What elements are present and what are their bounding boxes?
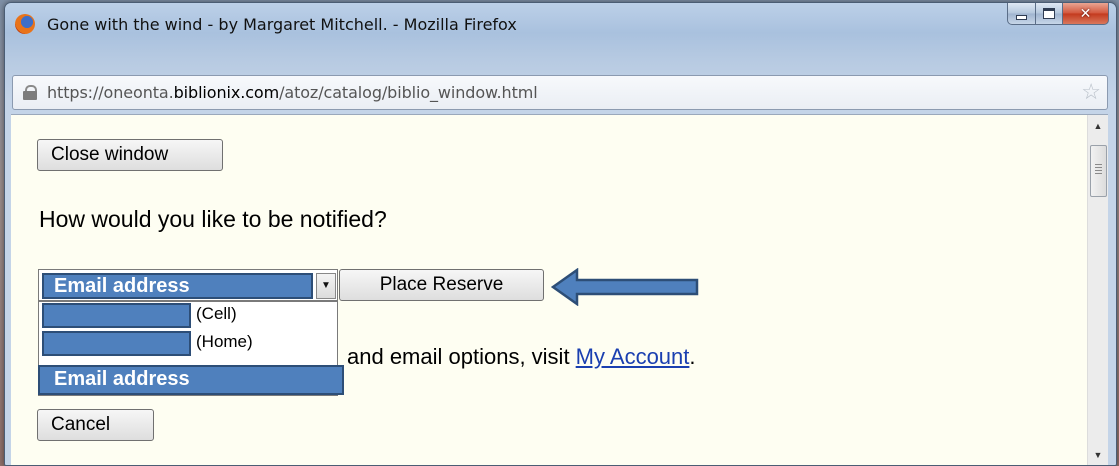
- annotation-arrow-icon: [551, 268, 699, 306]
- account-suffix: .: [689, 344, 696, 369]
- redaction-box: [42, 331, 191, 356]
- bookmark-star-icon[interactable]: ☆: [1081, 79, 1101, 105]
- minimize-icon: [1016, 15, 1027, 20]
- url-text[interactable]: https://oneonta.biblionix.com/atoz/catal…: [47, 83, 538, 102]
- redaction-box: [42, 303, 191, 328]
- url-domain: biblionix.com: [173, 83, 280, 102]
- firefox-icon: [15, 14, 35, 34]
- maximize-button[interactable]: [1036, 3, 1063, 25]
- page-content: Close window How would you like to be no…: [11, 114, 1108, 465]
- maximize-icon: [1043, 8, 1055, 19]
- window-title: Gone with the wind - by Margaret Mitchel…: [47, 15, 517, 34]
- firefox-popup-window: Gone with the wind - by Margaret Mitchel…: [4, 2, 1117, 466]
- option-label: (Home): [196, 332, 253, 351]
- dropdown-arrow-icon[interactable]: ▼: [316, 273, 336, 299]
- scroll-thumb[interactable]: [1090, 145, 1107, 197]
- account-text: and email options, visit: [347, 344, 576, 369]
- account-info-line: and email options, visit My Account.: [347, 344, 696, 370]
- vertical-scrollbar[interactable]: ▲ ▼: [1087, 115, 1108, 465]
- title-bar: Gone with the wind - by Margaret Mitchel…: [5, 3, 1116, 43]
- selected-value-redaction: Email address: [42, 273, 313, 299]
- address-bar[interactable]: https://oneonta.biblionix.com/atoz/catal…: [12, 75, 1108, 110]
- cancel-button[interactable]: Cancel: [37, 409, 154, 441]
- close-window-page-button[interactable]: Close window: [37, 139, 223, 171]
- scroll-up-icon[interactable]: ▲: [1088, 117, 1108, 135]
- notify-question: How would you like to be notified?: [39, 206, 387, 232]
- place-reserve-button[interactable]: Place Reserve: [339, 269, 544, 301]
- minimize-button[interactable]: [1007, 3, 1036, 25]
- scroll-down-icon[interactable]: ▼: [1088, 446, 1108, 464]
- option-email[interactable]: Email address: [38, 365, 344, 395]
- notify-method-select[interactable]: Email address ▼: [38, 269, 338, 301]
- window-controls: ✕: [1007, 3, 1109, 25]
- url-path: /atoz/catalog/biblio_window.html: [279, 83, 538, 102]
- option-label: (Cell): [196, 304, 237, 323]
- lock-icon: [23, 85, 37, 100]
- close-icon: ✕: [1079, 5, 1092, 22]
- my-account-link[interactable]: My Account: [576, 344, 690, 369]
- url-prefix: https://oneonta.: [47, 83, 174, 102]
- close-window-button[interactable]: ✕: [1063, 3, 1109, 25]
